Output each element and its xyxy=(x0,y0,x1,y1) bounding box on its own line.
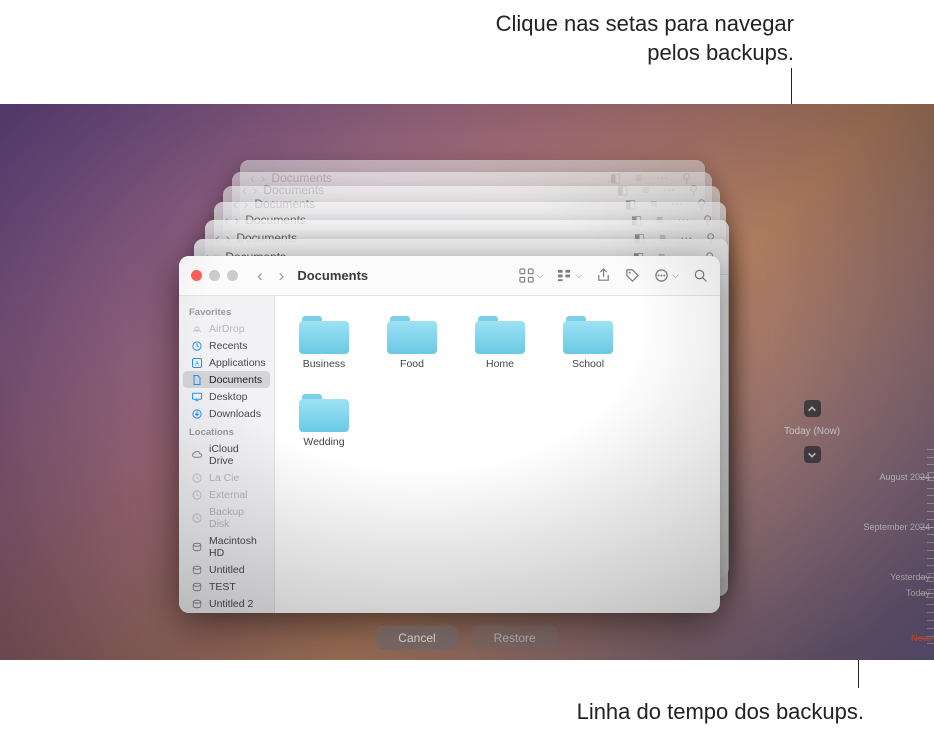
timeline-label: September 2024 xyxy=(863,522,930,532)
window-title: Documents xyxy=(297,268,368,283)
annotation-arrows: Clique nas setas para navegar pelos back… xyxy=(496,10,794,67)
time-icon xyxy=(191,489,203,501)
finder-titlebar: ‹ › Documents ⌵ ⌵ xyxy=(179,256,720,296)
cloud-icon xyxy=(191,449,203,461)
folder-icon xyxy=(299,314,349,354)
sidebar-item-label: TEST xyxy=(209,581,236,593)
sidebar-item-external[interactable]: External xyxy=(183,486,270,503)
folder-icon xyxy=(387,314,437,354)
folder-icon xyxy=(563,314,613,354)
clock-icon xyxy=(191,340,203,352)
annotation-line2: pelos backups. xyxy=(496,39,794,68)
sidebar-item-label: Untitled xyxy=(209,564,245,576)
sidebar-item-label: AirDrop xyxy=(209,323,245,335)
folder-home[interactable]: Home xyxy=(467,314,533,370)
doc-icon xyxy=(191,374,203,386)
folder-label: Business xyxy=(303,358,346,370)
sidebar-item-untitled[interactable]: Untitled xyxy=(183,561,270,578)
folder-label: Food xyxy=(400,358,424,370)
download-icon xyxy=(191,408,203,420)
sidebar-section-favorites: Favorites xyxy=(179,302,274,320)
sidebar-item-label: iCloud Drive xyxy=(209,443,262,467)
sidebar-item-label: Downloads xyxy=(209,408,261,420)
group-button[interactable]: ⌵ xyxy=(557,268,582,283)
desktop-icon xyxy=(191,391,203,403)
share-button[interactable] xyxy=(596,268,611,283)
timeline-label: Now xyxy=(911,633,930,643)
finder-content[interactable]: Business Food Home School Wedding xyxy=(275,296,720,613)
folder-school[interactable]: School xyxy=(555,314,621,370)
sidebar-item-backup-disk[interactable]: Backup Disk xyxy=(183,503,270,532)
folder-icon xyxy=(299,392,349,432)
time-icon xyxy=(191,512,203,524)
search-button[interactable] xyxy=(693,268,708,283)
sidebar-item-test[interactable]: TEST xyxy=(183,578,270,595)
finder-window: ‹ › Documents ⌵ ⌵ xyxy=(179,256,720,613)
sidebar-item-label: Macintosh HD xyxy=(209,535,262,559)
sidebar-item-label: Recents xyxy=(209,340,248,352)
sidebar-section-locations: Locations xyxy=(179,422,274,440)
sidebar-item-label: La Cie xyxy=(209,472,239,484)
timeline-label: Today xyxy=(906,588,930,598)
nav-forward-button[interactable]: › xyxy=(276,266,288,286)
sidebar-item-label: Untitled 2 xyxy=(209,598,253,610)
folder-label: School xyxy=(572,358,604,370)
folder-label: Home xyxy=(486,358,514,370)
sidebar-item-icloud-drive[interactable]: iCloud Drive xyxy=(183,440,270,469)
disk-icon xyxy=(191,581,203,593)
timeline-label: August 2024 xyxy=(879,472,930,482)
sidebar-item-desktop[interactable]: Desktop xyxy=(183,388,270,405)
nav-back-button[interactable]: ‹ xyxy=(254,266,266,286)
apps-icon: A xyxy=(191,357,203,369)
sidebar-item-airdrop[interactable]: AirDrop xyxy=(183,320,270,337)
current-backup-label: Today (Now) xyxy=(784,426,840,437)
sidebar-item-label: Documents xyxy=(209,374,262,386)
restore-button[interactable]: Restore xyxy=(472,626,558,650)
window-controls[interactable] xyxy=(191,270,238,281)
time-icon xyxy=(191,472,203,484)
nav-up-arrow[interactable] xyxy=(804,400,821,417)
sidebar-item-untitled-2[interactable]: Untitled 2 xyxy=(183,595,270,612)
airdrop-icon xyxy=(191,323,203,335)
sidebar-item-la-cie[interactable]: La Cie xyxy=(183,469,270,486)
backup-nav: Today (Now) xyxy=(784,400,840,463)
sidebar-item-label: External xyxy=(209,489,248,501)
folder-label: Wedding xyxy=(303,436,344,448)
folder-business[interactable]: Business xyxy=(291,314,357,370)
sidebar-item-recents[interactable]: Recents xyxy=(183,337,270,354)
close-button[interactable] xyxy=(191,270,202,281)
disk-icon xyxy=(191,598,203,610)
annotation-line1: Clique nas setas para navegar xyxy=(496,10,794,39)
sidebar-item-network[interactable]: Network xyxy=(183,612,270,613)
action-buttons: Cancel Restore xyxy=(376,626,557,650)
finder-sidebar: Favorites AirDrop Recents A Applications Doc… xyxy=(179,296,275,613)
svg-text:A: A xyxy=(195,361,199,367)
sidebar-item-label: Backup Disk xyxy=(209,506,262,530)
more-button[interactable]: ⌵ xyxy=(654,268,679,283)
view-icon-grid-button[interactable]: ⌵ xyxy=(519,268,544,283)
sidebar-item-macintosh-hd[interactable]: Macintosh HD xyxy=(183,532,270,561)
folder-wedding[interactable]: Wedding xyxy=(291,392,357,448)
folder-food[interactable]: Food xyxy=(379,314,445,370)
backup-timeline[interactable]: August 2024September 2024YesterdayTodayN… xyxy=(868,104,934,660)
sidebar-item-label: Desktop xyxy=(209,391,248,403)
cancel-button[interactable]: Cancel xyxy=(376,626,457,650)
timeline-label: Yesterday xyxy=(890,572,930,582)
annotation-timeline: Linha do tempo dos backups. xyxy=(577,699,864,725)
nav-down-arrow[interactable] xyxy=(804,446,821,463)
folder-icon xyxy=(475,314,525,354)
fullscreen-button[interactable] xyxy=(227,270,238,281)
time-machine-screen: ‹›Documents◧≡⋯⚲ ‹›Documents◧≡⋯⚲ ‹›Docume… xyxy=(0,104,934,660)
tag-button[interactable] xyxy=(625,268,640,283)
sidebar-item-downloads[interactable]: Downloads xyxy=(183,405,270,422)
sidebar-item-label: Applications xyxy=(209,357,266,369)
sidebar-item-documents[interactable]: Documents xyxy=(183,371,270,388)
minimize-button[interactable] xyxy=(209,270,220,281)
disk-icon xyxy=(191,541,203,553)
disk-icon xyxy=(191,564,203,576)
sidebar-item-applications[interactable]: A Applications xyxy=(183,354,270,371)
